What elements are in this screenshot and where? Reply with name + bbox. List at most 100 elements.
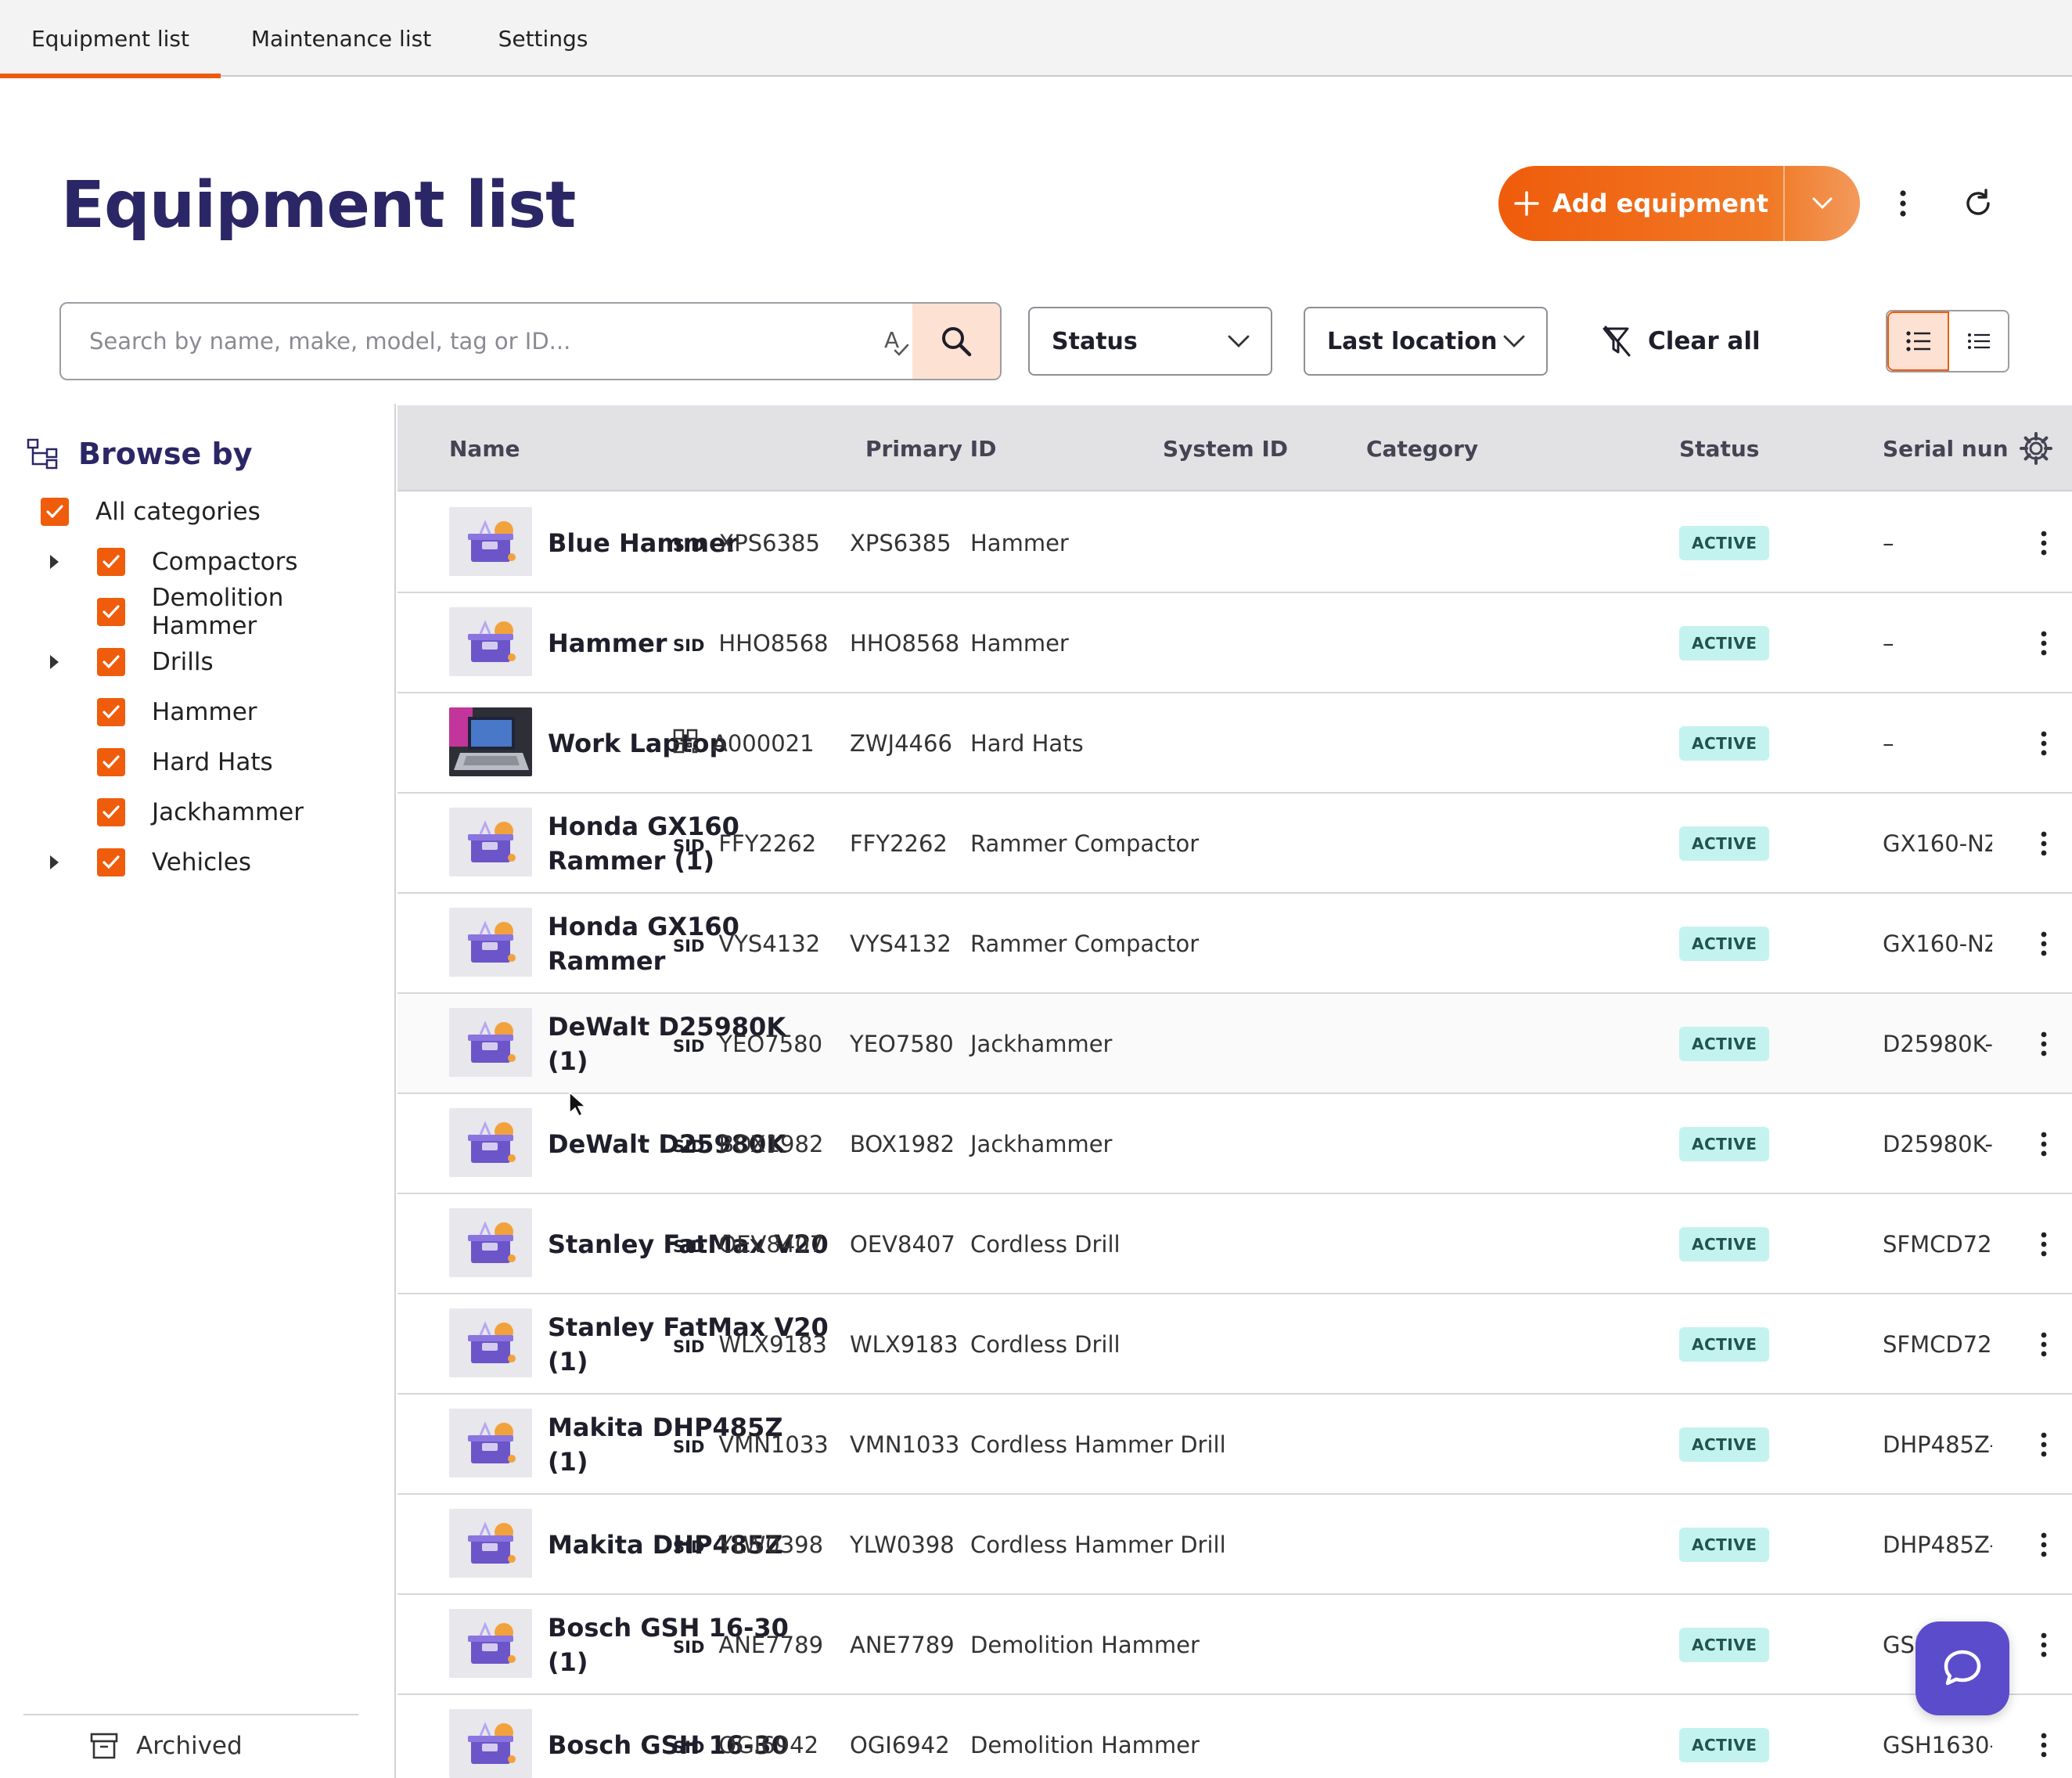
expand-vehicles-caret-icon[interactable] (50, 855, 59, 869)
search-icon (942, 327, 972, 357)
row-actions-button[interactable] (2020, 720, 2067, 767)
expand-drills-caret-icon[interactable] (50, 655, 59, 669)
tab-maintenance-list[interactable]: Maintenance list (235, 0, 448, 77)
tab-settings[interactable]: Settings (482, 0, 604, 77)
support-chat-button[interactable] (1916, 1621, 2009, 1715)
row-actions-button[interactable] (2020, 520, 2067, 567)
more-vertical-icon (2041, 731, 2047, 756)
column-label: Primary ID (865, 435, 997, 462)
mouse-cursor-icon (569, 1091, 585, 1118)
table-row[interactable]: Makita DHP485Z SID YLW0398 YLW0398 Cordl… (397, 1495, 2072, 1595)
search-button[interactable] (912, 304, 1000, 379)
column-header-status[interactable]: Status (1679, 405, 1759, 491)
table-row[interactable]: Stanley FatMax V20 (1) SID WLX9183 WLX91… (397, 1294, 2072, 1395)
row-actions-button[interactable] (2020, 1121, 2067, 1168)
system-id-value: WLX9183 (850, 1331, 959, 1358)
plus-icon (1514, 191, 1539, 216)
column-header-primary-id[interactable]: Primary ID (865, 405, 996, 491)
row-actions-button[interactable] (2020, 1521, 2067, 1568)
table-row[interactable]: Honda GX160 Rammer (1) SID FFY2262 FFY22… (397, 794, 2072, 894)
sid-tag: SID (673, 636, 705, 655)
checkbox-jackhammer[interactable] (97, 798, 125, 826)
more-vertical-icon (2041, 831, 2047, 856)
primary-id-cell: A000021 (673, 693, 815, 794)
column-header-serial-number[interactable]: Serial nun (1883, 405, 2009, 491)
table-row[interactable]: DeWalt D25980K SID BOX1982 BOX1982 Jackh… (397, 1094, 2072, 1194)
table-row[interactable]: Work Laptop A000021 ZWJ4466 Hard Hats AC… (397, 693, 2072, 794)
row-actions-button[interactable] (2020, 1020, 2067, 1067)
status-badge: ACTIVE (1679, 1728, 1770, 1762)
column-label: Category (1366, 435, 1479, 462)
column-header-category[interactable]: Category (1366, 405, 1478, 491)
sid-tag: SID (673, 1632, 718, 1658)
row-actions-button[interactable] (2020, 920, 2067, 967)
compact-view-button[interactable] (1949, 311, 2008, 371)
row-actions-button[interactable] (2020, 820, 2067, 867)
row-actions-button[interactable] (2020, 1421, 2067, 1468)
primary-id-cell: SID ANE7789 (673, 1595, 823, 1695)
primary-id-cell: SID YLW0398 (673, 1495, 823, 1595)
status-filter-dropdown[interactable]: Status (1028, 307, 1272, 376)
checkbox-hard-hats[interactable] (97, 748, 125, 776)
row-actions-button[interactable] (2020, 1621, 2067, 1668)
toolbox-icon (449, 1008, 532, 1077)
last-location-filter-dropdown[interactable]: Last location (1304, 307, 1548, 376)
table-row[interactable]: Blue Hammer SID XPS6385 XPS6385 Hammer A… (397, 493, 2072, 593)
serial-number-value: – (1883, 730, 1894, 757)
table-row[interactable]: Bosch GSH 16-30 SID OGI6942 OGI6942 Demo… (397, 1695, 2072, 1778)
add-equipment-dropdown-toggle[interactable] (1785, 166, 1860, 241)
sid-tag: SID (673, 1037, 705, 1056)
spellcheck-icon[interactable]: A (883, 326, 912, 362)
category-label: Hard Hats (152, 748, 273, 776)
column-header-system-id[interactable]: System ID (1163, 405, 1288, 491)
category-label: Drills (152, 648, 214, 676)
toolbox-icon (449, 507, 532, 576)
view-mode-toggle (1886, 310, 2009, 373)
table-row[interactable]: DeWalt D25980K (1) SID YEO7580 YEO7580 J… (397, 994, 2072, 1094)
column-settings-button[interactable] (2013, 405, 2059, 491)
list-view-button[interactable] (1887, 311, 1949, 371)
status-filter-label: Status (1052, 327, 1138, 355)
table-row[interactable]: Bosch GSH 16-30 (1) SID ANE7789 ANE7789 … (397, 1595, 2072, 1695)
column-header-name[interactable]: Name (449, 405, 520, 491)
row-actions-button[interactable] (2020, 1321, 2067, 1368)
table-row[interactable]: Hammer SID HHO8568 HHO8568 Hammer ACTIVE… (397, 593, 2072, 693)
browse-by-header: Browse by (27, 437, 253, 471)
category-sidebar: Browse by All categories Compactors Demo… (0, 404, 396, 1778)
row-actions-button[interactable] (2020, 1722, 2067, 1769)
add-equipment-button[interactable]: Add equipment (1498, 166, 1783, 241)
sid-tag: SID (673, 830, 718, 857)
more-options-button[interactable] (1880, 180, 1926, 227)
check-icon (103, 755, 120, 769)
system-id-value: FFY2262 (850, 830, 948, 857)
sid-tag: SID (673, 937, 705, 956)
more-vertical-icon (2041, 1232, 2047, 1257)
primary-id-value: BOX1982 (718, 1131, 824, 1157)
sid-tag: SID (673, 1738, 705, 1757)
compact-list-icon (1967, 333, 1990, 349)
checkbox-vehicles[interactable] (97, 848, 125, 876)
toolbox-icon (449, 1709, 532, 1778)
expand-compactors-caret-icon[interactable] (50, 555, 59, 569)
checkbox-compactors[interactable] (97, 548, 125, 576)
table-row[interactable]: Stanley FatMax V20 SID OEV8407 OEV8407 C… (397, 1194, 2072, 1294)
checkbox-drills[interactable] (97, 648, 125, 676)
primary-id-cell: SID OEV8407 (673, 1194, 824, 1294)
checkbox-all-categories[interactable] (41, 498, 69, 526)
table-row[interactable]: Makita DHP485Z (1) SID VMN1033 VMN1033 C… (397, 1395, 2072, 1495)
search-input[interactable] (89, 304, 856, 379)
checkbox-hammer[interactable] (97, 698, 125, 726)
primary-id-value: ANE7789 (718, 1632, 824, 1658)
more-vertical-icon (2041, 1132, 2047, 1157)
row-actions-button[interactable] (2020, 620, 2067, 667)
sid-tag: SID (673, 1538, 705, 1557)
refresh-button[interactable] (1955, 180, 2002, 227)
archived-link[interactable]: Archived (89, 1731, 243, 1761)
tab-label: Maintenance list (250, 25, 432, 52)
checkbox-demolition-hammer[interactable] (97, 598, 125, 626)
table-row[interactable]: Honda GX160 Rammer SID VYS4132 VYS4132 R… (397, 894, 2072, 994)
row-actions-button[interactable] (2020, 1221, 2067, 1268)
category-value: Demolition Hammer (970, 1732, 1200, 1758)
tab-equipment-list[interactable]: Equipment list (0, 0, 221, 78)
clear-all-filters-button[interactable]: Clear all (1601, 316, 1761, 366)
